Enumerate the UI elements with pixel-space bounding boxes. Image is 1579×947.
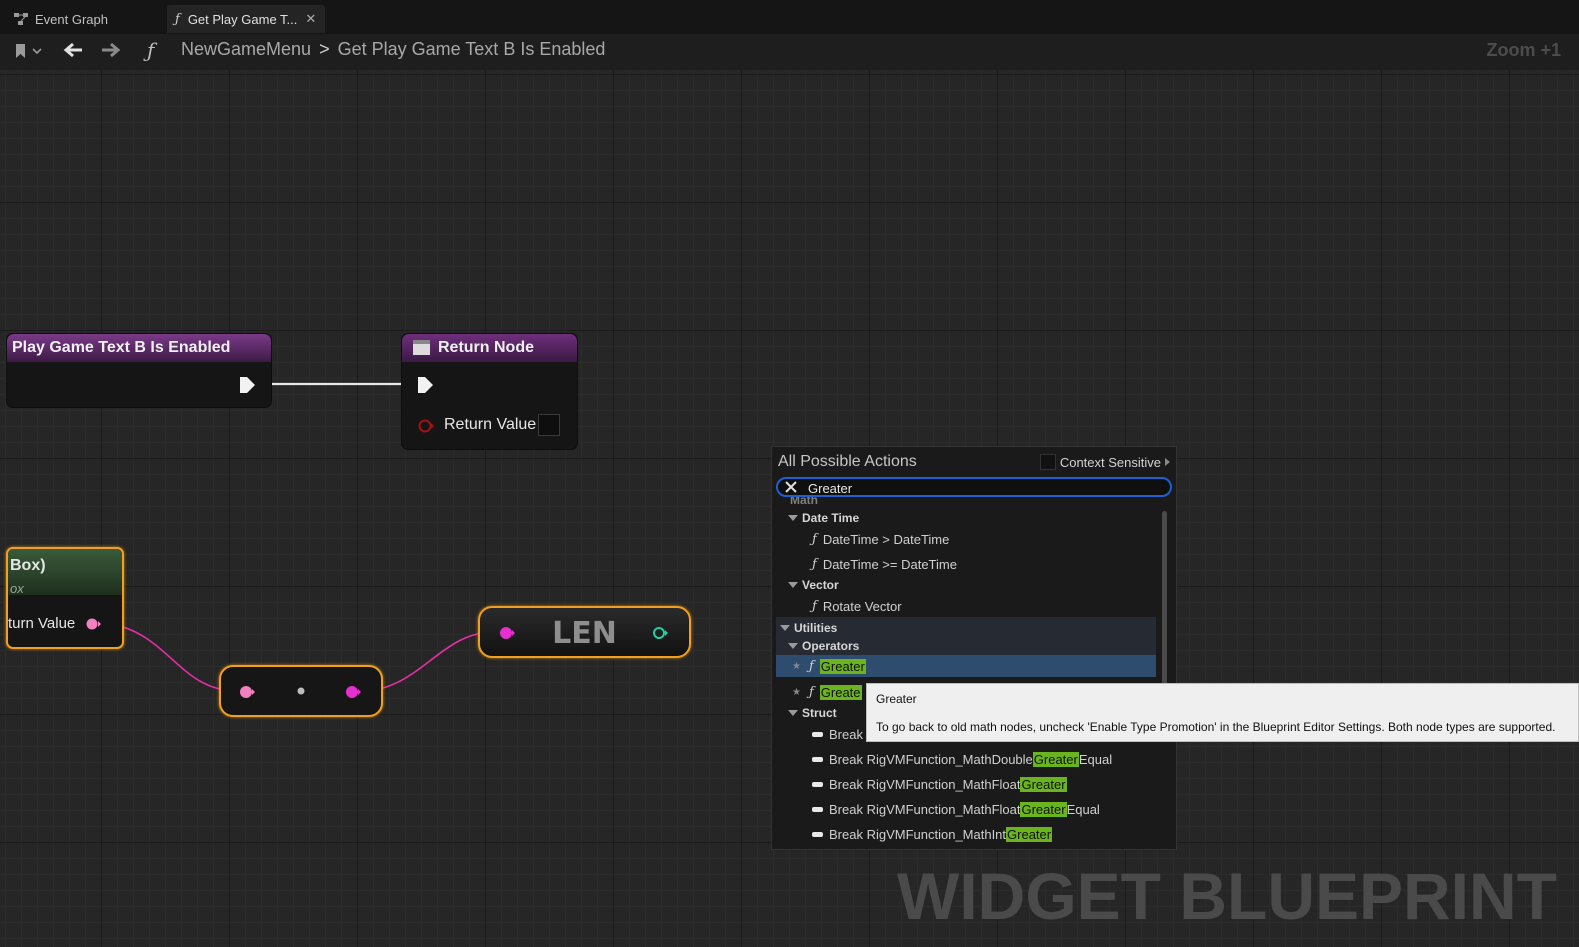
boolean-pin[interactable] xyxy=(417,418,437,434)
expand-icon xyxy=(780,625,790,631)
function-icon: ƒ xyxy=(175,11,180,27)
node-title: Return Node xyxy=(438,339,534,356)
category-date-time[interactable]: Date Time xyxy=(788,507,1160,529)
function-entry-node[interactable]: Play Game Text B Is Enabled xyxy=(6,333,272,408)
search-box[interactable] xyxy=(776,477,1172,497)
exec-in-pin[interactable] xyxy=(416,376,434,394)
action-list[interactable]: Math Date Time ƒ DateTime > DateTime ƒ Dat… xyxy=(772,497,1160,847)
action-item[interactable]: ƒ DateTime > DateTime xyxy=(812,528,1160,550)
action-item[interactable]: Break RigVMFunction_MathDouble Greater Equ… xyxy=(812,748,1160,770)
tab-bar: Event Graph ƒ Get Play Game T... ✕ xyxy=(0,0,1579,34)
tab-label: Get Play Game T... xyxy=(187,11,298,27)
expand-icon xyxy=(788,643,798,649)
widget-blueprint-watermark: WIDGET BLUEPRINT xyxy=(897,859,1557,933)
struct-icon xyxy=(812,781,823,787)
graph-icon xyxy=(14,13,28,25)
action-item-selected[interactable]: ★ ƒ Greater xyxy=(776,655,1156,677)
struct-icon xyxy=(812,806,823,812)
action-item[interactable]: ƒ DateTime >= DateTime xyxy=(812,553,1160,575)
menu-title: All Possible Actions xyxy=(778,453,917,470)
action-menu[interactable]: All Possible Actions Context Sensitive M… xyxy=(771,446,1177,850)
bookmark-icon xyxy=(16,44,42,58)
getter-node[interactable]: Box) ox turn Value xyxy=(6,547,124,649)
tab-label: Event Graph xyxy=(35,11,108,27)
bookmark-dropdown[interactable] xyxy=(13,41,43,61)
conversion-node[interactable] xyxy=(219,665,383,717)
action-item[interactable]: ƒ Rotate Vector xyxy=(812,595,1160,617)
exec-out-pin[interactable] xyxy=(238,376,256,394)
expand-icon xyxy=(788,710,798,716)
category-operators[interactable]: Operators xyxy=(776,635,1156,657)
tooltip-title: Greater xyxy=(876,692,917,706)
tab-event-graph[interactable]: Event Graph xyxy=(10,5,160,33)
string-out-pin[interactable] xyxy=(343,684,365,700)
arrow-right-icon xyxy=(102,42,121,58)
pin-label: turn Value xyxy=(8,615,76,632)
tooltip: Greater To go back to old math nodes, un… xyxy=(866,683,1579,742)
expand-icon xyxy=(788,582,798,588)
breadcrumb-separator: > xyxy=(319,39,330,59)
expand-icon xyxy=(788,515,798,521)
close-icon[interactable]: ✕ xyxy=(305,11,316,27)
category-vector[interactable]: Vector xyxy=(788,574,1160,596)
struct-icon xyxy=(812,756,823,762)
chevron-right-icon xyxy=(1165,458,1170,466)
node-subtitle: ox xyxy=(10,581,24,596)
return-value-checkbox[interactable] xyxy=(538,414,560,436)
conversion-dot-icon xyxy=(297,687,305,695)
pin-label: Return Value xyxy=(444,416,537,433)
menu-scrollbar[interactable] xyxy=(1162,511,1167,687)
favorite-star-icon[interactable]: ★ xyxy=(792,687,801,698)
node-header: Return Node xyxy=(402,334,577,362)
string-in-pin[interactable] xyxy=(237,684,259,700)
context-sensitive-checkbox[interactable] xyxy=(1039,454,1056,470)
graph-toolbar: ƒ NewGameMenu > Get Play Game Text B Is … xyxy=(0,34,1579,70)
breadcrumb-root[interactable]: NewGameMenu xyxy=(181,39,311,60)
len-node[interactable]: LEN xyxy=(478,606,691,658)
context-sensitive-toggle[interactable]: Context Sensitive xyxy=(1039,454,1170,470)
tooltip-body: To go back to old math nodes, uncheck 'E… xyxy=(876,720,1556,734)
struct-icon xyxy=(812,731,823,737)
search-input[interactable] xyxy=(808,480,1148,496)
string-out-pin[interactable] xyxy=(84,616,104,632)
integer-out-pin[interactable] xyxy=(651,625,673,641)
context-sensitive-label: Context Sensitive xyxy=(1059,454,1161,470)
function-icon: ƒ xyxy=(147,38,155,62)
favorite-star-icon[interactable]: ★ xyxy=(792,661,801,672)
action-item[interactable]: Break RigVMFunction_MathFloat Greater Equa… xyxy=(812,798,1160,820)
action-item[interactable]: Break RigVMFunction_MathInt Greater xyxy=(812,823,1160,845)
breadcrumb-current: Get Play Game Text B Is Enabled xyxy=(337,39,606,59)
struct-icon xyxy=(812,831,823,837)
node-title: Box) xyxy=(10,557,46,574)
back-button[interactable] xyxy=(62,40,84,60)
breadcrumb: NewGameMenu > Get Play Game Text B Is En… xyxy=(181,39,605,60)
zoom-level: Zoom +1 xyxy=(1486,40,1561,60)
tab-function[interactable]: ƒ Get Play Game T... ✕ xyxy=(167,5,325,33)
action-item[interactable]: Break RigVMFunction_MathFloat Greater xyxy=(812,773,1160,795)
node-header: Play Game Text B Is Enabled xyxy=(7,334,271,362)
return-node[interactable]: Return Node Return Value xyxy=(401,333,578,450)
forward-button[interactable] xyxy=(100,40,122,60)
arrow-left-icon xyxy=(63,42,82,58)
return-node-icon xyxy=(413,340,430,355)
clear-search-icon[interactable] xyxy=(784,481,798,494)
node-title: Play Game Text B Is Enabled xyxy=(12,339,231,356)
